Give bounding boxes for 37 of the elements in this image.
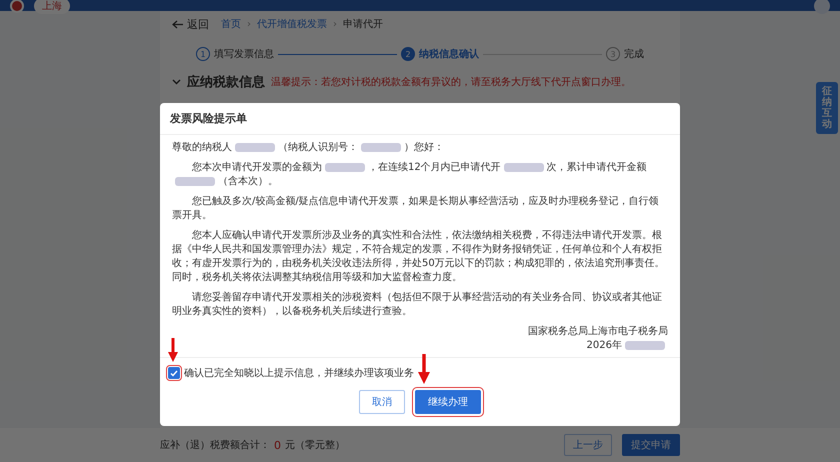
greeting-text: 尊敬的纳税人 （纳税人识别号： ）您好： (172, 141, 445, 155)
dialog-title: 发票风险提示单 (160, 103, 680, 135)
breadcrumb-link[interactable]: 申请代开 (343, 17, 383, 31)
total-unit: 元（零元整） (285, 439, 345, 452)
chevron-down-icon[interactable] (172, 79, 181, 85)
step-label: 完成 (624, 48, 644, 61)
notice-paragraph: 您本人应确认申请代开发票所涉及业务的真实性和合法性，依法缴纳相关税费，不得违法申请代开发票。根据《中华人民共和国发票管理办法》规定，不符合规定的发票，不得作为财务报销凭证，任何单位和个人有权拒收；有虚开发票行为的，由税务机关没收违法所得，并处50万元以下的罚款；构成犯罪的，依法追究刑事责任。同时，税务机关将依法调整其纳税信用等级和加大监督检查力度。 (172, 229, 666, 285)
side-tab[interactable]: 征纳互动 (816, 82, 838, 134)
notice-paragraph: 您本次申请代开发票的金额为 ，在连续12个月内已申请代开 次，累计申请代开金额 （含本次）。 (172, 161, 668, 189)
section-title: 应纳税款信息 (187, 74, 265, 91)
step-label: 纳税信息确认 (419, 48, 479, 61)
arrow-down-icon (418, 354, 430, 384)
step-number: 2 (401, 47, 415, 61)
breadcrumb-link[interactable]: 代开增值税发票 (257, 17, 327, 31)
logo-icon (10, 0, 24, 12)
breadcrumb-separator: › (333, 18, 337, 30)
footer-button[interactable]: 上一步 (564, 434, 612, 456)
total-label: 应补（退）税费额合计： (160, 438, 270, 452)
notice-paragraph: 请您妥善留存申请代开发票相关的涉税资料（包括但不限于从事经营活动的有关业务合同、协议或者其他证明业务真实性的资料），以备税务机关后续进行查验。 (172, 291, 663, 319)
dialog-button[interactable]: 取消 (359, 390, 405, 414)
notice-text: 温馨提示：若您对计税的税款金额有异议的，请至税务大厅线下代开点窗口办理。 (271, 76, 631, 89)
step-label: 填写发票信息 (214, 48, 274, 61)
notice-paragraph: 您已触及多次/较高金额/疑点信息申请代开发票，如果是长期从事经营活动，应及时办理税务登记，自行领票开具。 (172, 195, 660, 223)
arrow-down-icon (168, 338, 178, 362)
breadcrumb-separator: › (247, 18, 251, 30)
arrow-left-icon (172, 20, 183, 28)
signature-text: 国家税务总局上海市电子税务局 (527, 325, 668, 339)
back-link[interactable]: 返回 (172, 16, 209, 32)
step-number: 1 (196, 47, 210, 61)
total-value: 0 (274, 438, 281, 452)
user-avatar-icon[interactable] (814, 0, 830, 14)
breadcrumb-link[interactable]: 首页 (221, 17, 241, 31)
footer-button[interactable]: 提交申请 (622, 434, 680, 456)
region-badge[interactable]: 上海 (34, 0, 70, 14)
confirm-label: 确认已完全知晓以上提示信息，并继续办理该项业务 (184, 366, 414, 380)
dialog-button[interactable]: 继续办理 (415, 390, 481, 414)
confirm-checkbox[interactable] (168, 367, 180, 379)
